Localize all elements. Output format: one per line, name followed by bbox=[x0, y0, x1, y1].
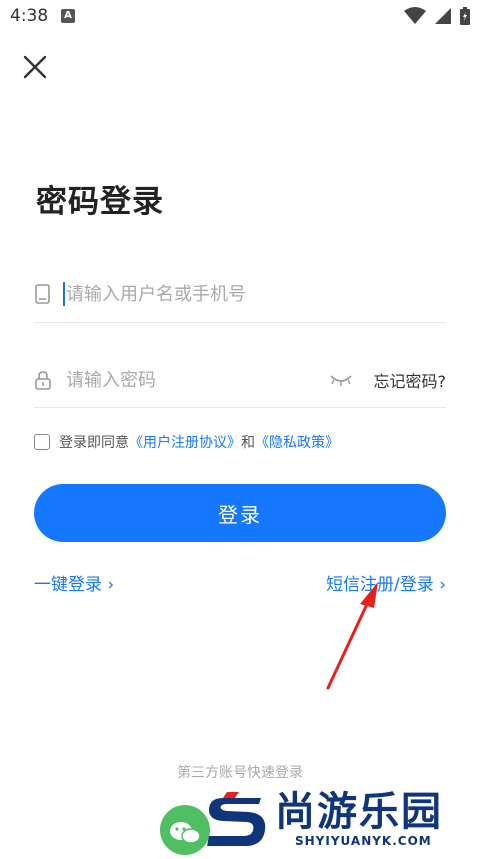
watermark-logo-icon bbox=[207, 792, 266, 846]
privacy-policy-link[interactable]: 《隐私政策》 bbox=[255, 432, 339, 452]
one-click-login-link[interactable]: 一键登录 › bbox=[34, 570, 114, 595]
eye-closed-icon[interactable] bbox=[330, 374, 352, 386]
user-agreement-link[interactable]: 《用户注册协议》 bbox=[129, 432, 241, 452]
wifi-icon bbox=[404, 7, 426, 24]
notification-badge-icon: A bbox=[61, 9, 75, 23]
battery-icon bbox=[460, 7, 470, 25]
wechat-login-button[interactable] bbox=[160, 805, 210, 855]
password-row: 忘记密码? bbox=[34, 358, 446, 408]
status-time: 4:38 bbox=[10, 6, 49, 26]
status-icons bbox=[404, 7, 470, 25]
page-title: 密码登录 bbox=[36, 184, 164, 220]
agreement-prefix: 登录即同意 bbox=[59, 435, 129, 451]
status-bar: 4:38 A bbox=[0, 0, 480, 34]
watermark-subtitle: SHYIYUANYK.COM bbox=[295, 834, 432, 848]
wechat-icon bbox=[170, 822, 201, 844]
site-watermark: 尚游乐园 SHYIYUANYK.COM bbox=[205, 790, 480, 855]
phone-icon bbox=[35, 284, 50, 304]
signal-icon bbox=[435, 8, 451, 24]
agreement-checkbox[interactable] bbox=[34, 434, 50, 450]
lock-icon bbox=[35, 371, 51, 390]
forgot-password-link[interactable]: 忘记密码? bbox=[374, 368, 447, 392]
close-button[interactable] bbox=[20, 52, 50, 82]
login-button[interactable]: 登录 bbox=[34, 484, 446, 542]
watermark-title: 尚游乐园 bbox=[275, 789, 443, 835]
username-input[interactable] bbox=[64, 278, 438, 310]
close-icon bbox=[23, 55, 47, 79]
agreement-and: 和 bbox=[241, 435, 255, 451]
agreement-row: 登录即同意 《用户注册协议》 和 《隐私政策》 bbox=[34, 431, 339, 453]
username-row bbox=[34, 272, 446, 323]
password-input[interactable] bbox=[64, 364, 318, 396]
annotation-arrow-icon bbox=[326, 582, 378, 690]
third-party-label: 第三方账号快速登录 bbox=[177, 765, 303, 781]
